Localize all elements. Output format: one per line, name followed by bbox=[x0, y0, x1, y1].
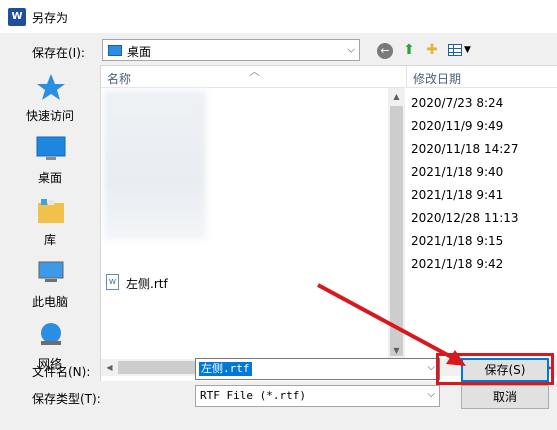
back-button[interactable]: ← bbox=[375, 40, 395, 60]
place-label: 桌面 bbox=[37, 171, 62, 185]
location-combo[interactable]: 桌面 ⌵ bbox=[102, 39, 360, 61]
up-folder-button[interactable]: ⬆ bbox=[399, 40, 419, 60]
filename-value: 左侧.rtf bbox=[199, 362, 252, 376]
date-cell: 2020/12/28 11:13 bbox=[411, 211, 519, 225]
file-name: 左侧.rtf bbox=[126, 277, 168, 291]
scroll-thumb[interactable] bbox=[390, 106, 403, 356]
location-text: 桌面 bbox=[127, 45, 152, 59]
date-cell: 2021/1/18 9:42 bbox=[411, 257, 504, 271]
library-icon bbox=[38, 199, 64, 223]
scroll-down-icon[interactable]: ▼ bbox=[388, 342, 405, 359]
back-icon: ← bbox=[377, 43, 393, 59]
place-label: 库 bbox=[43, 233, 56, 247]
place-quick-access[interactable]: 快速访问 bbox=[8, 69, 92, 129]
up-folder-icon: ⬆ bbox=[403, 42, 415, 58]
column-label: 名称 bbox=[107, 72, 132, 86]
chevron-down-icon[interactable]: ⌵ bbox=[427, 362, 435, 373]
window-title: 另存为 bbox=[32, 11, 69, 25]
view-menu-button[interactable]: ▼ bbox=[446, 40, 474, 60]
date-cell: 2021/1/18 9:40 bbox=[411, 165, 504, 179]
chevron-down-icon: ⌵ bbox=[347, 44, 355, 56]
scroll-up-icon[interactable]: ▲ bbox=[388, 88, 405, 105]
desktop-icon bbox=[108, 45, 122, 56]
place-label: 此电脑 bbox=[31, 295, 68, 309]
blurred-file-icons bbox=[104, 90, 206, 240]
desktop-icon bbox=[36, 136, 66, 160]
cancel-button[interactable]: 取消 bbox=[461, 385, 549, 409]
sort-up-icon: ︿ bbox=[249, 65, 260, 78]
file-list[interactable]: ︿ 名称 修改日期 W 左侧.rtf 2020/7/23 8:24 2020/1… bbox=[100, 65, 557, 381]
rtf-file-icon: W bbox=[106, 274, 119, 290]
place-label: 快速访问 bbox=[25, 109, 74, 123]
place-this-pc[interactable]: 此电脑 bbox=[8, 255, 92, 315]
chevron-down-icon: ▼ bbox=[464, 45, 471, 55]
date-cell: 2021/1/18 9:41 bbox=[411, 188, 504, 202]
date-cell: 2020/7/23 8:24 bbox=[411, 96, 504, 110]
vertical-scrollbar[interactable]: ▲ ▼ bbox=[388, 88, 405, 359]
filetype-value: RTF File (*.rtf) bbox=[200, 389, 306, 402]
title-bar: W 另存为 bbox=[0, 0, 557, 33]
date-cell: 2021/1/18 9:15 bbox=[411, 234, 504, 248]
scroll-left-icon[interactable]: ◀ bbox=[101, 359, 118, 376]
computer-icon bbox=[38, 261, 64, 282]
date-cell: 2020/11/9 9:49 bbox=[411, 119, 504, 133]
places-bar: 快速访问 桌面 库 此电脑 网络 bbox=[8, 65, 92, 371]
watermark bbox=[462, 411, 557, 430]
new-folder-icon: ✚ bbox=[426, 42, 438, 58]
save-as-dialog: 保存在(I): 桌面 ⌵ ← ⬆ ✚ ▼ 快速访问 桌面 库 此电脑 网络 ︿ … bbox=[0, 33, 557, 430]
annotation-highlight bbox=[436, 353, 554, 385]
place-library[interactable]: 库 bbox=[8, 193, 92, 253]
new-folder-button[interactable]: ✚ bbox=[422, 40, 442, 60]
network-icon bbox=[41, 323, 61, 345]
app-icon: W bbox=[8, 8, 26, 26]
place-desktop[interactable]: 桌面 bbox=[8, 131, 92, 191]
filename-label: 文件名(N): bbox=[32, 365, 91, 379]
filetype-select[interactable]: RTF File (*.rtf) ⌵ bbox=[195, 385, 440, 407]
star-icon bbox=[37, 74, 65, 100]
view-menu-icon bbox=[448, 44, 462, 56]
filetype-label: 保存类型(T): bbox=[32, 392, 101, 406]
column-header-date[interactable]: 修改日期 bbox=[406, 66, 557, 88]
column-label: 修改日期 bbox=[413, 72, 462, 86]
chevron-down-icon: ⌵ bbox=[427, 389, 435, 400]
column-header-name[interactable]: ︿ 名称 bbox=[101, 65, 405, 88]
filename-input[interactable]: 左侧.rtf ⌵ bbox=[195, 358, 440, 380]
date-cell: 2020/11/18 14:27 bbox=[411, 142, 519, 156]
save-in-label: 保存在(I): bbox=[32, 46, 85, 60]
